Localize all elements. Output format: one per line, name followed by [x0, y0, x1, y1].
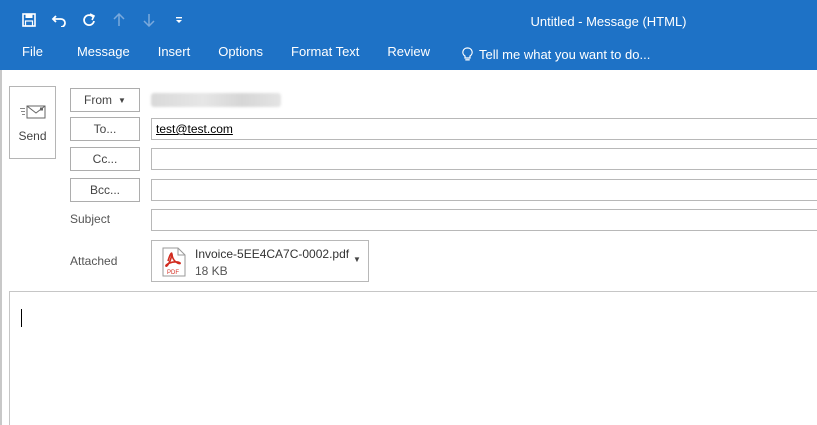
- cc-field[interactable]: [151, 148, 817, 170]
- pdf-icon-text: PDF: [167, 270, 179, 276]
- title-bar: Untitled - Message (HTML): [0, 0, 817, 38]
- attachment-file-name: Invoice-5EE4CA7C-0002.pdf: [195, 247, 350, 261]
- left-rail: [0, 70, 2, 425]
- to-button[interactable]: To...: [70, 117, 140, 141]
- from-label: From: [84, 93, 113, 107]
- tell-me-label: Tell me what you want to do...: [479, 46, 651, 62]
- cc-button[interactable]: Cc...: [70, 147, 140, 171]
- tab-format-text[interactable]: Format Text: [277, 38, 373, 70]
- subject-field[interactable]: [151, 209, 817, 231]
- lightbulb-icon: [462, 46, 473, 60]
- window-title: Untitled - Message (HTML): [530, 14, 687, 29]
- attachment-dropdown-icon[interactable]: ▼: [353, 255, 361, 264]
- background-window-blur: [70, 0, 810, 6]
- bcc-label: Bcc...: [89, 183, 120, 197]
- tab-insert[interactable]: Insert: [144, 38, 205, 70]
- attached-label: Attached: [70, 254, 118, 268]
- bcc-button[interactable]: Bcc...: [70, 178, 140, 202]
- tab-options[interactable]: Options: [204, 38, 277, 70]
- subject-label: Subject: [70, 212, 111, 226]
- send-envelope-icon: [19, 105, 45, 119]
- attachment-card[interactable]: PDF Invoice-5EE4CA7C-0002.pdf 18 KB ▼: [151, 240, 369, 282]
- send-button[interactable]: Send: [9, 86, 56, 159]
- cc-label: Cc...: [92, 152, 118, 166]
- attachment-file-size: 18 KB: [195, 264, 228, 278]
- to-field[interactable]: test@test.com: [151, 118, 817, 140]
- tab-message[interactable]: Message: [63, 38, 144, 70]
- tab-file[interactable]: File: [0, 38, 63, 70]
- tell-me-search[interactable]: Tell me what you want to do...: [444, 38, 664, 70]
- from-email-redacted: [151, 93, 281, 107]
- send-label: Send: [18, 129, 47, 143]
- message-body[interactable]: [9, 291, 817, 425]
- ribbon-tabs: File Message Insert Options Format Text …: [0, 38, 817, 70]
- pdf-icon: PDF: [162, 247, 186, 277]
- text-cursor: [21, 309, 22, 327]
- tab-review[interactable]: Review: [373, 38, 444, 70]
- to-recipient[interactable]: test@test.com: [156, 122, 233, 136]
- chevron-down-icon: ▼: [118, 95, 126, 105]
- from-button[interactable]: From ▼: [70, 88, 140, 112]
- bcc-field[interactable]: [151, 179, 817, 201]
- to-label: To...: [93, 122, 117, 136]
